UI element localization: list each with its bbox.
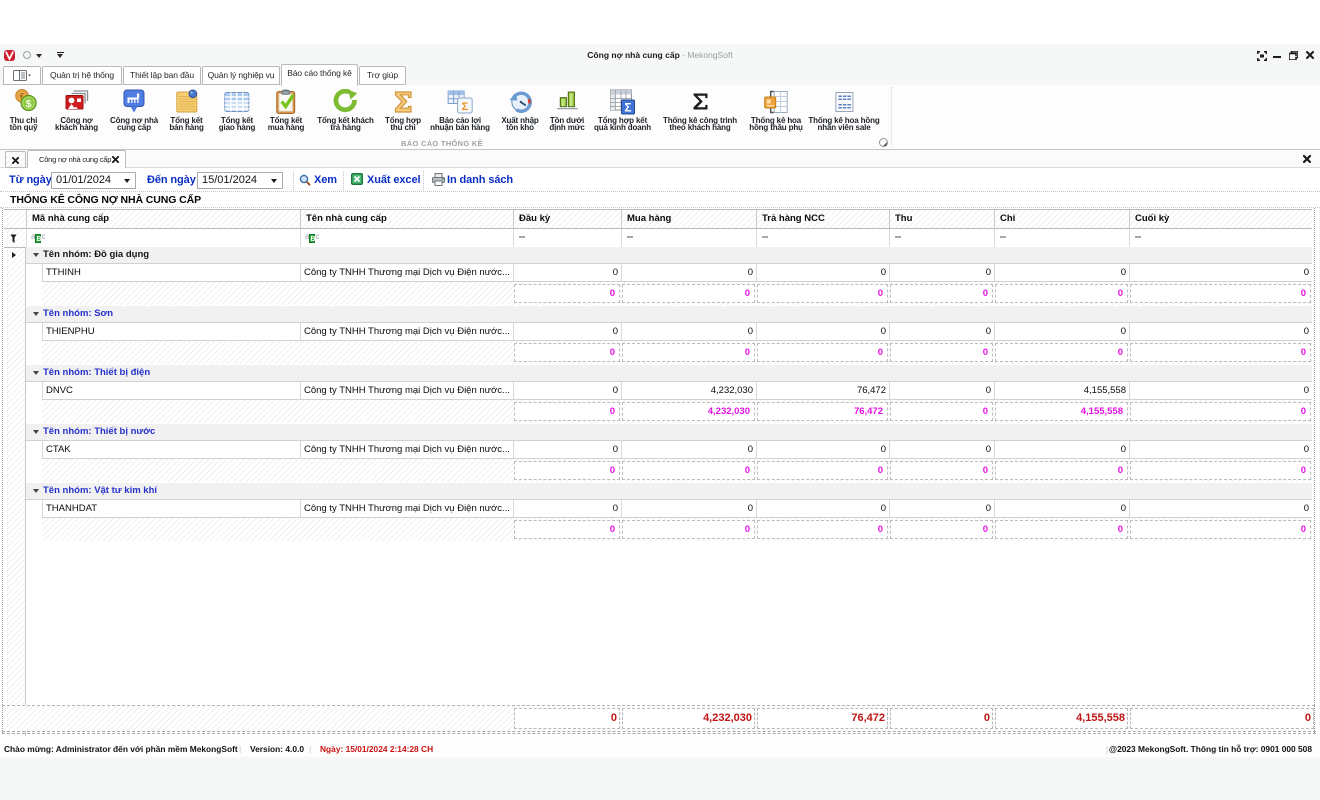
svg-text:$: $ xyxy=(25,98,31,110)
svg-text:Σ: Σ xyxy=(461,100,468,112)
svg-text:Σ: Σ xyxy=(624,100,631,114)
